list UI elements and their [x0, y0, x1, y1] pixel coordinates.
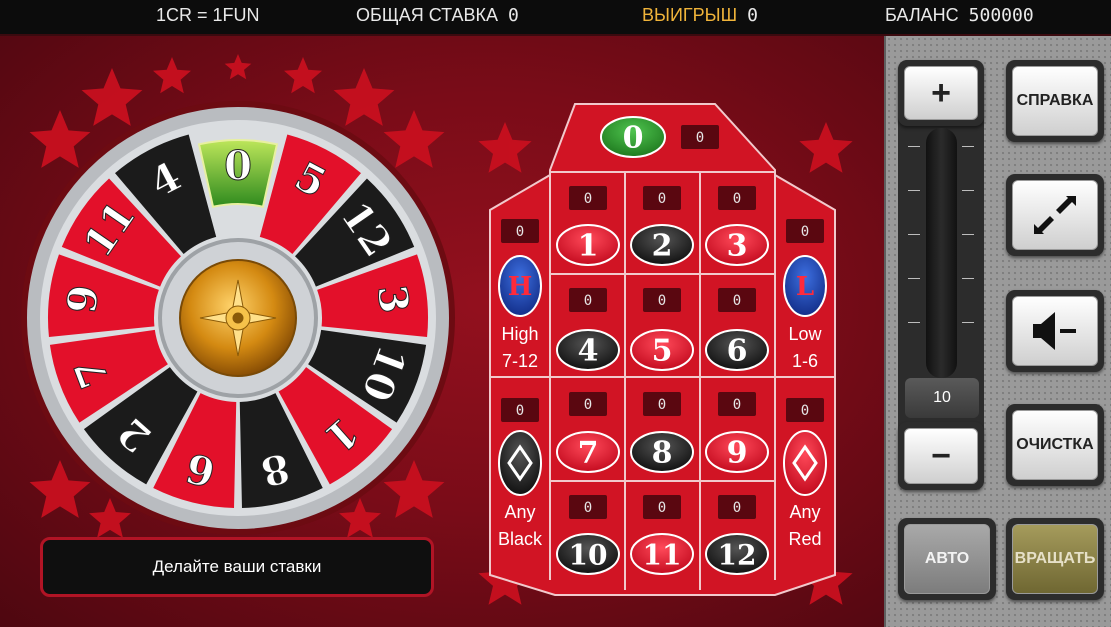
any-red-label: Any [789, 502, 820, 522]
number-bet-4-label: 4 [578, 334, 599, 369]
slider-ticks-left [908, 146, 920, 356]
spin-label: ВРАЩАТЬ [1012, 524, 1098, 594]
decorative-star [799, 122, 853, 173]
clear-label: ОЧИСТКА [1012, 410, 1098, 480]
low-label: Low [788, 324, 822, 344]
any-black-label-2: Black [498, 529, 543, 549]
expand-arrows-icon [1034, 196, 1076, 234]
balance: БАЛАНС 500000 [885, 5, 1034, 26]
number-bet-2-label: 2 [652, 229, 673, 264]
number-bet-box-value: 0 [733, 397, 741, 413]
number-bet-box-value: 0 [584, 191, 592, 207]
black-bet-box-value: 0 [516, 403, 524, 419]
decorative-star [333, 68, 395, 126]
decorative-star [29, 110, 91, 168]
low-bet-box-value: 0 [801, 224, 809, 240]
number-bet-box-value: 0 [658, 500, 666, 516]
auto-button[interactable]: АВТО [898, 518, 996, 600]
balance-value: 500000 [968, 5, 1034, 26]
sound-button[interactable] [1006, 290, 1104, 372]
zero-bet-chip-label: 0 [623, 121, 644, 156]
number-bet-1-label: 1 [578, 229, 599, 264]
number-bet-12-label: 12 [718, 539, 757, 572]
number-bet-7-label: 7 [578, 436, 599, 471]
number-bet-box-value: 0 [658, 397, 666, 413]
low-range-label: 1-6 [792, 351, 818, 371]
decorative-star [81, 68, 143, 126]
number-bet-6-label: 6 [727, 334, 748, 369]
number-bet-10-label: 10 [569, 539, 608, 572]
help-label: СПРАВКА [1012, 66, 1098, 136]
roulette-wheel: 0 512310186279114 [21, 101, 455, 535]
number-bet-box-value: 0 [584, 500, 592, 516]
spin-button[interactable]: ВРАЩАТЬ [1006, 518, 1104, 600]
balance-label: БАЛАНС [885, 5, 959, 25]
number-bet-box-value: 0 [658, 191, 666, 207]
high-bet-box-value: 0 [516, 224, 524, 240]
decorative-star [224, 54, 252, 80]
number-bet-11-label: 11 [643, 539, 682, 572]
speaker-mute-icon [1033, 312, 1076, 350]
number-bet-9-label: 9 [727, 436, 748, 471]
plus-button[interactable]: + [898, 60, 984, 126]
bet-slider-track[interactable] [926, 128, 957, 378]
minus-icon: − [931, 437, 951, 475]
slider-ticks-right [962, 146, 974, 356]
number-bet-3-label: 3 [727, 229, 748, 264]
red-bet-box-value: 0 [801, 403, 809, 419]
help-button[interactable]: СПРАВКА [1006, 60, 1104, 142]
number-bet-5-label: 5 [652, 334, 673, 369]
decorative-star [383, 110, 445, 168]
status-message: Делайте ваши ставки [40, 537, 434, 597]
high-bet-chip-label: H [508, 272, 533, 302]
number-bet-box-value: 0 [658, 293, 666, 309]
decorative-star [29, 460, 91, 518]
number-bet-box-value: 0 [733, 191, 741, 207]
wheel-number: 0 [224, 143, 252, 190]
fullscreen-button[interactable] [1006, 174, 1104, 256]
decorative-star [284, 57, 322, 94]
decorative-star [153, 57, 191, 94]
plus-icon: + [931, 74, 951, 112]
minus-button[interactable]: − [898, 422, 984, 490]
wheel-number: 3 [368, 283, 418, 316]
zero-bet-box-value: 0 [696, 130, 704, 146]
number-bet-box-value: 0 [733, 500, 741, 516]
any-red-label-2: Red [788, 529, 821, 549]
decorative-star [478, 122, 532, 173]
high-label: High [501, 324, 538, 344]
auto-label: АВТО [904, 524, 990, 594]
any-black-label: Any [504, 502, 535, 522]
number-bet-box-value: 0 [584, 293, 592, 309]
game-svg: 0 512310186279114 0 0010203040506070809010… [21, 54, 853, 605]
high-range-label: 7-12 [502, 351, 538, 371]
clear-button[interactable]: ОЧИСТКА [1006, 404, 1104, 486]
bet-amount[interactable]: 10 [905, 378, 979, 418]
number-bet-box-value: 0 [584, 397, 592, 413]
number-bet-8-label: 8 [652, 436, 673, 471]
any-black-chip[interactable] [498, 430, 542, 496]
low-bet-chip-label: L [796, 272, 814, 302]
number-bet-box-value: 0 [733, 293, 741, 309]
wheel-number: 9 [58, 283, 108, 316]
decorative-star [89, 498, 131, 538]
any-red-chip[interactable] [783, 430, 827, 496]
